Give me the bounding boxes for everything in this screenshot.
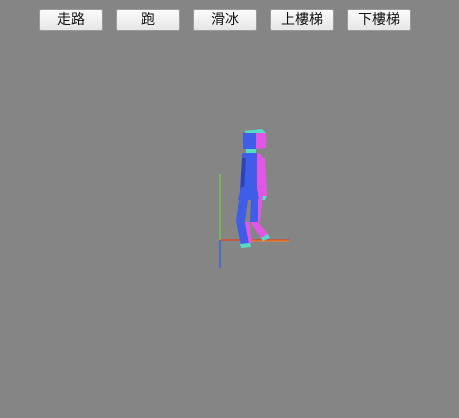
figure-head bbox=[243, 129, 266, 149]
3d-scene[interactable] bbox=[0, 0, 459, 418]
figure-neck bbox=[246, 149, 256, 153]
figure-leg-front bbox=[236, 200, 252, 248]
canvas-viewport[interactable]: 走路 跑 滑冰 上樓梯 下樓梯 bbox=[0, 0, 459, 418]
figure-leg-back bbox=[250, 199, 270, 241]
figure-hips bbox=[238, 187, 263, 200]
walking-figure bbox=[236, 129, 270, 248]
